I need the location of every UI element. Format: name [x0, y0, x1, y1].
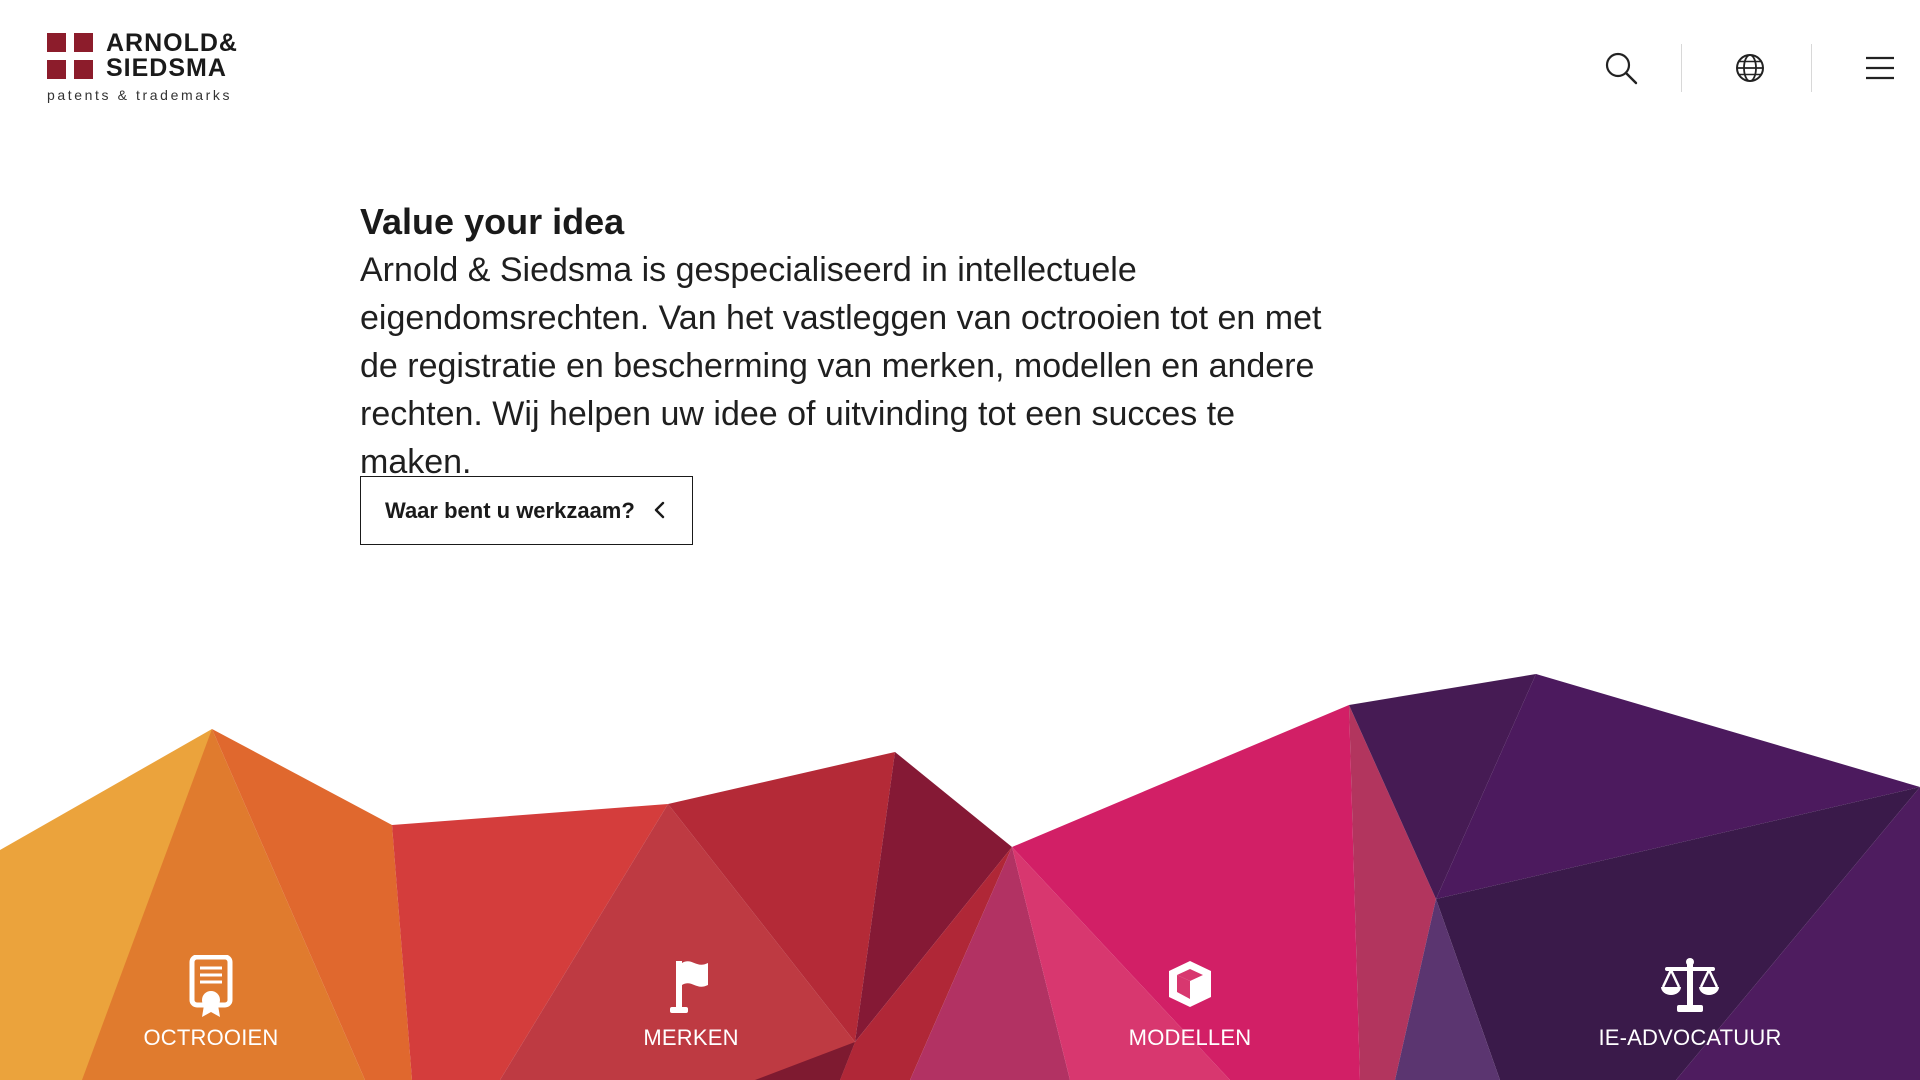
scales-icon — [1661, 958, 1719, 1012]
category-ie-advocatuur[interactable]: IE-ADVOCATUUR — [1580, 955, 1800, 1051]
category-label: IE-ADVOCATUUR — [1598, 1025, 1782, 1050]
cube-icon — [1169, 961, 1211, 1007]
flag-icon — [670, 961, 708, 1013]
category-label: MERKEN — [643, 1025, 739, 1050]
certificate-icon — [189, 955, 233, 1017]
category-merken[interactable]: MERKEN — [581, 955, 801, 1051]
category-modellen[interactable]: MODELLEN — [1080, 955, 1300, 1051]
category-label: OCTROOIEN — [143, 1025, 279, 1050]
category-octrooien[interactable]: OCTROOIEN — [101, 955, 321, 1051]
polygon-banner — [0, 674, 1920, 1080]
category-label: MODELLEN — [1128, 1025, 1252, 1050]
